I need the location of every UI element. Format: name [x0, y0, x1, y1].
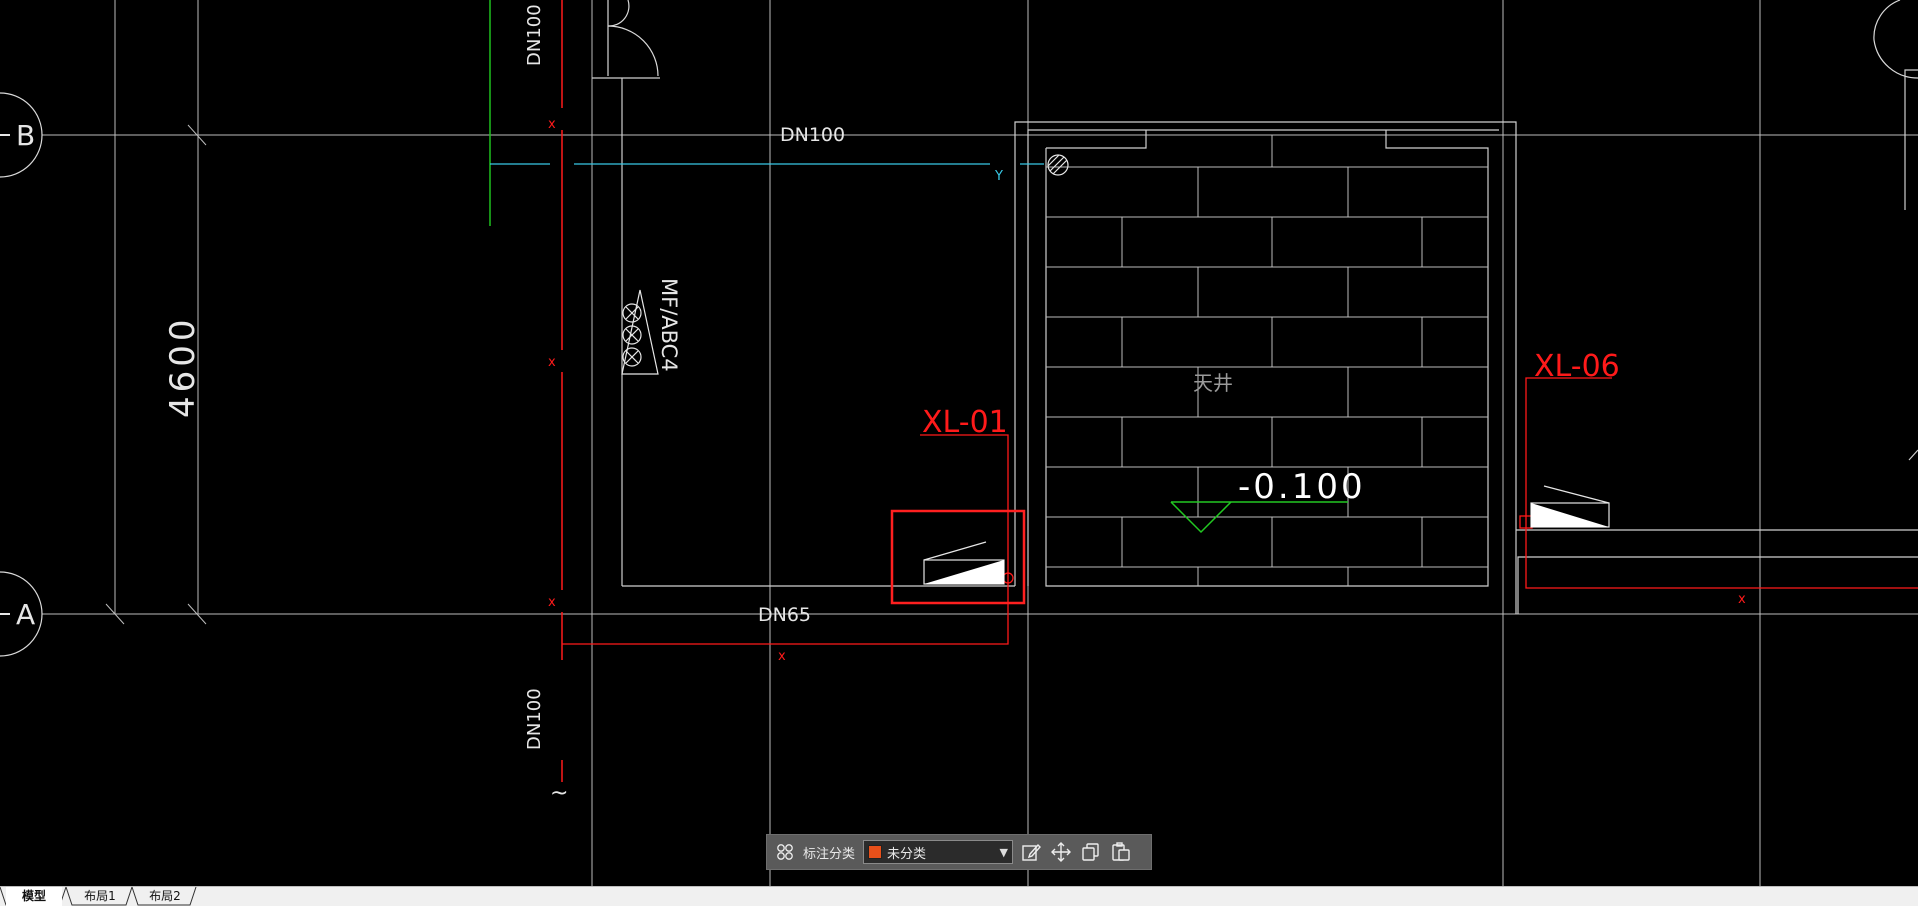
dimension-label: 4600 [163, 315, 203, 418]
category-color-swatch [868, 845, 883, 859]
chevron-down-icon: ▼ [999, 845, 1009, 859]
edit-icon[interactable] [1019, 840, 1043, 864]
svg-text:x: x [548, 117, 556, 132]
svg-text:x: x [548, 355, 556, 370]
category-select[interactable]: 未分类 ▼ [863, 840, 1014, 864]
pipe-label-dn100-top: DN100 [524, 4, 545, 66]
grid-bubble-a-label: A [16, 598, 35, 631]
grid-icon[interactable] [773, 840, 797, 864]
svg-text:x: x [1738, 592, 1746, 607]
pipe-label-dn100-bottom: DN100 [524, 688, 545, 750]
copy-icon[interactable] [1079, 840, 1103, 864]
shaft-label: 天井 [1193, 371, 1233, 395]
layout-tab-bar: 模型 布局1 布局2 [0, 886, 1918, 906]
tab-layout1[interactable]: 布局1 [72, 887, 128, 906]
category-label: 标注分类 [803, 846, 856, 862]
pipe-y-mark: Y [994, 169, 1003, 184]
tab-model[interactable]: 模型 [6, 887, 62, 906]
elevation-label: -0.100 [1238, 467, 1366, 507]
svg-text:x: x [548, 595, 556, 610]
grid-bubble-b-label: B [16, 119, 35, 152]
pipe-break-mark: ~ [550, 781, 568, 806]
riser-tag-xl06: XL-06 [1534, 349, 1620, 384]
paste-icon[interactable] [1109, 840, 1133, 864]
tab-layout2[interactable]: 布局2 [138, 887, 192, 906]
extinguisher-label: MF/ABC4 [657, 278, 681, 372]
move-icon[interactable] [1049, 840, 1073, 864]
svg-text:x: x [778, 649, 786, 664]
pipe-label-dn65: DN65 [758, 604, 811, 626]
cad-drawing-canvas[interactable]: B A 4600 天井 -0.100 x x x x x ~ DN100 DN1… [0, 0, 1918, 886]
annotation-toolbar: 标注分类 未分类 ▼ [766, 834, 1152, 870]
category-select-value: 未分类 [887, 846, 927, 862]
pipe-label-dn100-horizontal: DN100 [780, 124, 845, 146]
